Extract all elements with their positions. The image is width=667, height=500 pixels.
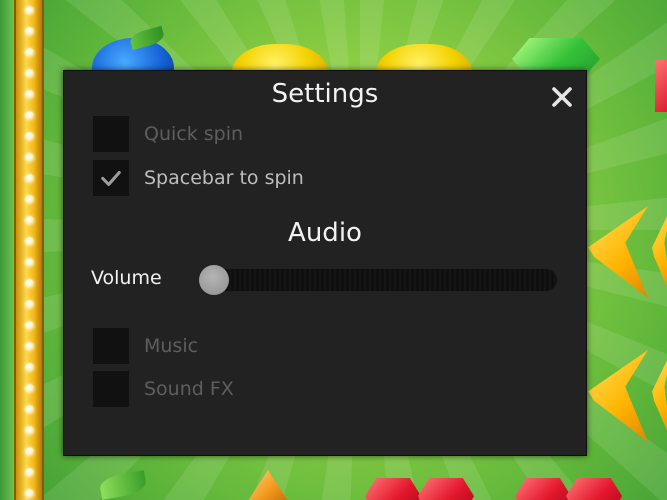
quick-spin-label: Quick spin — [144, 123, 244, 145]
checkmark-icon — [101, 170, 121, 186]
marquee-bulb — [25, 27, 34, 36]
marquee-bulb — [25, 321, 34, 330]
marquee-bulb — [25, 300, 34, 309]
close-icon — [552, 87, 572, 107]
marquee-bulb — [25, 342, 34, 351]
spacebar-to-spin-label: Spacebar to spin — [144, 167, 304, 189]
close-button[interactable] — [550, 85, 574, 109]
marquee-bulb — [25, 69, 34, 78]
spacebar-to-spin-option[interactable]: Spacebar to spin — [93, 160, 304, 196]
quick-spin-checkbox[interactable] — [93, 116, 129, 152]
marquee-bulb — [25, 279, 34, 288]
marquee-bulb — [25, 216, 34, 225]
marquee-bulb — [25, 447, 34, 456]
red-gem-symbol — [655, 60, 667, 112]
marquee-bulb — [25, 363, 34, 372]
marquee-bulb — [25, 258, 34, 267]
sound-fx-option[interactable]: Sound FX — [93, 371, 234, 407]
marquee-bulb — [25, 90, 34, 99]
volume-slider[interactable] — [199, 265, 557, 295]
marquee-bulb — [25, 6, 34, 15]
music-label: Music — [144, 335, 199, 357]
music-checkbox[interactable] — [93, 328, 129, 364]
settings-title: Settings — [271, 79, 379, 109]
reel-edge — [0, 0, 14, 500]
settings-dialog: Settings Quick spin Spacebar to spin Aud… — [63, 70, 587, 456]
sound-fx-checkbox[interactable] — [93, 371, 129, 407]
marquee-bulb — [25, 237, 34, 246]
audio-section-title: Audio — [288, 218, 362, 248]
marquee-bulb — [25, 405, 34, 414]
marquee-bulb — [25, 153, 34, 162]
volume-label: Volume — [91, 267, 162, 289]
marquee-bulb — [25, 384, 34, 393]
volume-slider-thumb[interactable] — [199, 265, 229, 295]
quick-spin-option[interactable]: Quick spin — [93, 116, 243, 152]
marquee-bulb — [25, 132, 34, 141]
marquee-bulb — [25, 174, 34, 183]
marquee-bulb — [25, 111, 34, 120]
marquee-light-border — [14, 0, 44, 500]
marquee-bulb — [25, 468, 34, 477]
marquee-bulb — [25, 195, 34, 204]
marquee-bulb — [25, 489, 34, 498]
marquee-bulb — [25, 426, 34, 435]
sound-fx-label: Sound FX — [144, 378, 234, 400]
marquee-bulb — [25, 48, 34, 57]
music-option[interactable]: Music — [93, 328, 198, 364]
spacebar-to-spin-checkbox[interactable] — [93, 160, 129, 196]
